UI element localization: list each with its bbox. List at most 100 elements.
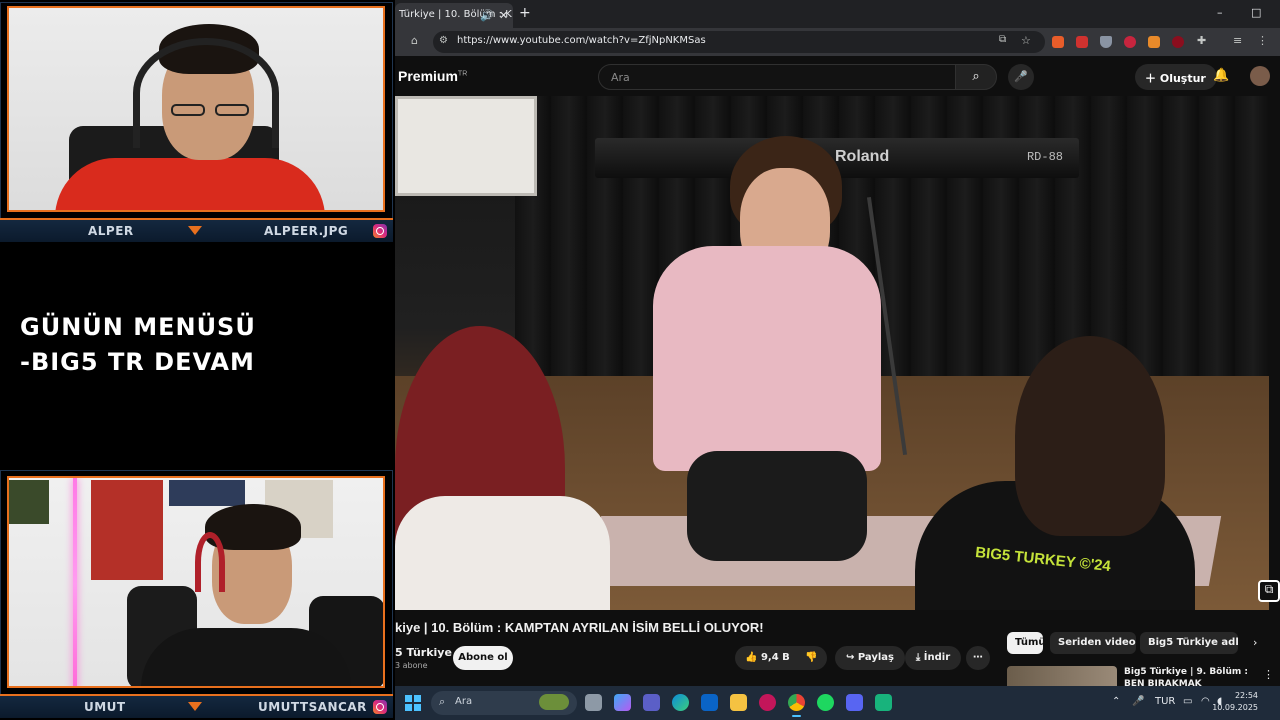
mic-icon: 🎤 [1014,70,1028,83]
extension-icon[interactable] [1148,36,1160,48]
whiteboard [395,96,537,196]
thumbs-down-icon[interactable]: 👎 [805,652,817,663]
chevron-up-icon[interactable]: ⌃ [1112,696,1120,707]
mic-icon[interactable]: 🎤 [1132,696,1144,707]
home-icon[interactable]: ⌂ [411,34,418,47]
language-indicator[interactable]: TUR [1155,696,1175,707]
headset [195,532,225,592]
led-strip [73,478,77,686]
profile-icon[interactable]: ⋮ [1257,34,1268,47]
instagram-icon [373,224,387,238]
outlook-icon[interactable] [701,694,718,711]
app-icon[interactable] [875,694,892,711]
participant-dark-hair [1015,336,1165,536]
clock-time: 22:54 [1234,691,1258,700]
share-button[interactable]: ↪ Paylaş [835,646,905,670]
instructor-pants [687,451,867,561]
voice-search-button[interactable]: 🎤 [1008,64,1034,90]
tab-bar: Türkiye | 10. Bölüm : K 🔊 ✕ + – □ [395,0,1280,28]
avatar[interactable] [1250,66,1270,86]
headset [133,38,279,148]
search-icon: ⌕ [972,69,980,84]
url-field[interactable]: ⚙ https://www.youtube.com/watch?v=ZfjNpN… [433,31,1045,53]
chip-channel-uploads[interactable]: Big5 Türkiye adlı yükl [1140,632,1238,654]
more-vert-icon[interactable]: ⋮ [1263,668,1274,681]
streamer-name: UMUT [84,700,126,714]
address-bar: ⌂ ⚙ https://www.youtube.com/watch?v=ZfjN… [395,28,1280,56]
copilot-icon[interactable] [614,694,631,711]
minimize-button[interactable]: – [1217,6,1223,19]
create-button[interactable]: ＋ Oluştur [1135,64,1217,90]
webcam-umut [7,476,385,688]
tab-youtube[interactable]: Türkiye | 10. Bölüm : K 🔊 ✕ [395,3,513,28]
teams-icon[interactable] [643,694,660,711]
browser-window: Türkiye | 10. Bölüm : K 🔊 ✕ + – □ ⌂ ⚙ ht… [395,0,1280,686]
like-button[interactable]: 👍 9,4 B 👎 [735,646,827,670]
webcam-alper [7,6,385,212]
search-button[interactable]: ⌕ [955,64,997,90]
nameplate-bottom: UMUT UMUTTSANCAR [0,694,393,718]
stream-overlay: ALPER ALPEER.JPG GÜNÜN MENÜSÜ -BIG5 TR D… [0,0,395,720]
discord-icon[interactable] [846,694,863,711]
extension-icon[interactable] [1124,36,1136,48]
monitor-icon[interactable]: ▭ [1183,696,1192,707]
black-shirt [141,628,351,686]
clock[interactable]: 22:54 10.09.2025 [1212,690,1258,714]
miniplayer-icon[interactable]: ⧉ [1258,580,1280,602]
site-info-icon[interactable]: ⚙ [439,35,448,46]
bookmark-star-icon[interactable]: ☆ [1021,34,1031,47]
new-tab-button[interactable]: + [519,5,531,21]
chip-all[interactable]: Tümü [1007,632,1043,654]
recommended-thumbnail[interactable] [1007,666,1117,686]
share-icon: ↪ [845,652,858,663]
youtube-header: PremiumTR Ara ⌕ 🎤 ＋ Oluştur 🔔 [395,56,1280,96]
extension-icon[interactable] [1076,36,1088,48]
instagram-handle: ALPEER.JPG [264,224,349,238]
chevron-right-icon[interactable]: › [1253,636,1257,649]
streamer-name: ALPER [88,224,134,238]
shield-icon[interactable] [1100,36,1112,48]
download-icon: ⤓ [915,652,924,663]
glasses-right [215,104,249,116]
youtube-logo[interactable]: PremiumTR [398,68,467,84]
extension-icon[interactable] [1052,36,1064,48]
ublock-icon[interactable] [1172,36,1184,48]
red-shirt [55,158,325,210]
like-count: 9,4 B [760,652,790,663]
close-tab-icon[interactable]: ✕ [499,9,508,22]
spotify-icon[interactable] [817,694,834,711]
screen: ALPER ALPEER.JPG GÜNÜN MENÜSÜ -BIG5 TR D… [0,0,1280,720]
task-view-icon[interactable] [585,694,602,711]
search-highlight-icon [539,694,569,710]
network-icon[interactable]: ◠ [1201,696,1210,707]
taskbar-search[interactable]: ⌕ Ara [431,691,577,715]
windows-start-icon[interactable] [405,695,421,711]
bell-icon[interactable]: 🔔 [1213,68,1229,83]
windows-taskbar: ⌕ Ara ⌃ 🎤 TUR ▭ ◠ ◖ 22:54 10.09.2025 [395,686,1280,720]
url-text: https://www.youtube.com/watch?v=ZfjNpNKM… [457,35,706,46]
menu-icon[interactable]: ≡ [1233,34,1242,47]
thumbs-up-icon: 👍 [745,652,758,663]
chrome-icon[interactable] [788,694,805,717]
participant-white-shirt [395,496,610,610]
more-actions-button[interactable]: ⋯ [966,646,990,670]
file-explorer-icon[interactable] [730,694,747,711]
poster-ronaldo [91,480,163,580]
edge-icon[interactable] [672,694,689,711]
video-title: kiye | 10. Bölüm : KAMPTAN AYRILAN İSİM … [395,620,764,635]
video-player[interactable]: Roland RD-88 BIG5 TURKEY ©'24 [395,96,1269,610]
nameplate-top: ALPER ALPEER.JPG [0,218,393,242]
channel-name[interactable]: 5 Türkiye [395,646,452,659]
install-app-icon[interactable]: ⧉ [999,34,1006,45]
instagram-icon [373,700,387,714]
search-input[interactable]: Ara [598,64,956,90]
maximize-button[interactable]: □ [1251,6,1261,19]
recommended-title[interactable]: Big5 Türkiye | 9. Bölüm : BEN BIRAKMAK İ… [1124,666,1254,686]
speaker-icon[interactable]: 🔊 [480,9,494,22]
chip-series[interactable]: Seriden videolar [1050,632,1136,654]
app-icon[interactable] [759,694,776,711]
download-button[interactable]: ⤓ İndir [905,646,961,670]
extensions-puzzle-icon[interactable]: ✚ [1197,34,1206,47]
subscribe-button[interactable]: Abone ol [453,646,513,670]
tab-title: Türkiye | 10. Bölüm : K [399,9,512,20]
